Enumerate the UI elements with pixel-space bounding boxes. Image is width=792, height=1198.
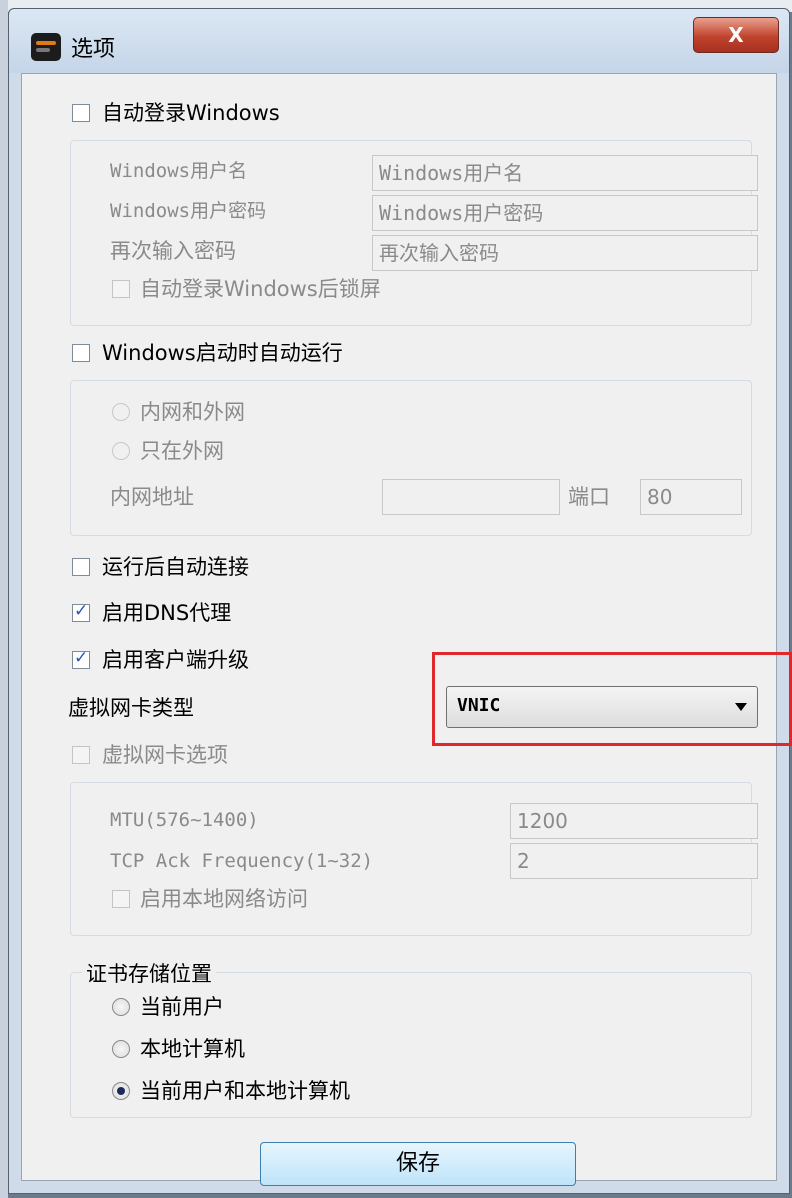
cert-store-legend: 证书存储位置: [82, 958, 216, 988]
confirm-password-input[interactable]: 再次输入密码: [372, 235, 758, 271]
tcp-ack-label: TCP Ack Frequency(1~32): [110, 850, 374, 872]
lock-screen-checkbox[interactable]: [112, 280, 130, 298]
password-input[interactable]: Windows用户密码: [372, 195, 758, 231]
app-icon: [31, 33, 61, 61]
mtu-label: MTU(576~1400): [110, 809, 259, 831]
port-label: 端口: [568, 485, 610, 509]
radio-extranet-only[interactable]: [112, 442, 130, 460]
dns-proxy-label: 启用DNS代理: [102, 601, 232, 625]
radio-intranet-extranet[interactable]: [112, 403, 130, 421]
dialog-body: 自动登录Windows Windows用户名 Windows用户名 Window…: [21, 73, 792, 1186]
username-input[interactable]: Windows用户名: [372, 155, 758, 191]
vnic-type-label: 虚拟网卡类型: [68, 696, 194, 720]
local-network-label: 启用本地网络访问: [140, 887, 308, 911]
password-label: Windows用户密码: [110, 200, 267, 222]
port-input[interactable]: 80: [640, 479, 742, 515]
radio-current-user-label: 当前用户: [140, 995, 224, 1019]
radio-current-user-and-local-machine[interactable]: [112, 1082, 130, 1100]
auto-connect-checkbox[interactable]: [72, 558, 90, 576]
radio-extranet-only-label: 只在外网: [140, 439, 224, 463]
client-upgrade-label: 启用客户端升级: [102, 648, 249, 672]
title-bar: 选项 X: [9, 9, 789, 73]
local-network-checkbox[interactable]: [112, 890, 130, 908]
confirm-password-label: 再次输入密码: [110, 239, 236, 263]
username-label: Windows用户名: [110, 160, 248, 182]
dns-proxy-checkbox[interactable]: [72, 601, 90, 622]
intranet-address-input[interactable]: [382, 479, 560, 515]
auto-login-checkbox[interactable]: [72, 104, 90, 122]
radio-current-user-and-local-machine-label: 当前用户和本地计算机: [140, 1079, 350, 1103]
highlight-box: [432, 652, 792, 746]
radio-intranet-extranet-label: 内网和外网: [140, 400, 245, 424]
startup-label: Windows启动时自动运行: [102, 341, 343, 365]
background-left-edge: [0, 0, 8, 1198]
auto-login-label: 自动登录Windows: [102, 101, 280, 125]
close-button[interactable]: X: [693, 17, 779, 53]
save-button[interactable]: 保存: [260, 1142, 576, 1186]
vnic-options-checkbox[interactable]: [72, 746, 90, 764]
client-upgrade-checkbox[interactable]: [72, 648, 90, 669]
auto-connect-label: 运行后自动连接: [102, 555, 249, 579]
radio-local-machine[interactable]: [112, 1040, 130, 1058]
radio-local-machine-label: 本地计算机: [140, 1037, 245, 1061]
startup-checkbox[interactable]: [72, 344, 90, 362]
mtu-input[interactable]: 1200: [510, 803, 758, 839]
dialog-title: 选项: [71, 37, 116, 62]
options-dialog: 选项 X 自动登录Windows Windows用户名 Windows用户名 W…: [8, 8, 792, 1194]
intranet-address-label: 内网地址: [110, 485, 194, 509]
lock-screen-label: 自动登录Windows后锁屏: [140, 277, 381, 301]
vnic-options-label: 虚拟网卡选项: [102, 743, 228, 767]
radio-current-user[interactable]: [112, 998, 130, 1016]
tcp-ack-input[interactable]: 2: [510, 843, 758, 879]
